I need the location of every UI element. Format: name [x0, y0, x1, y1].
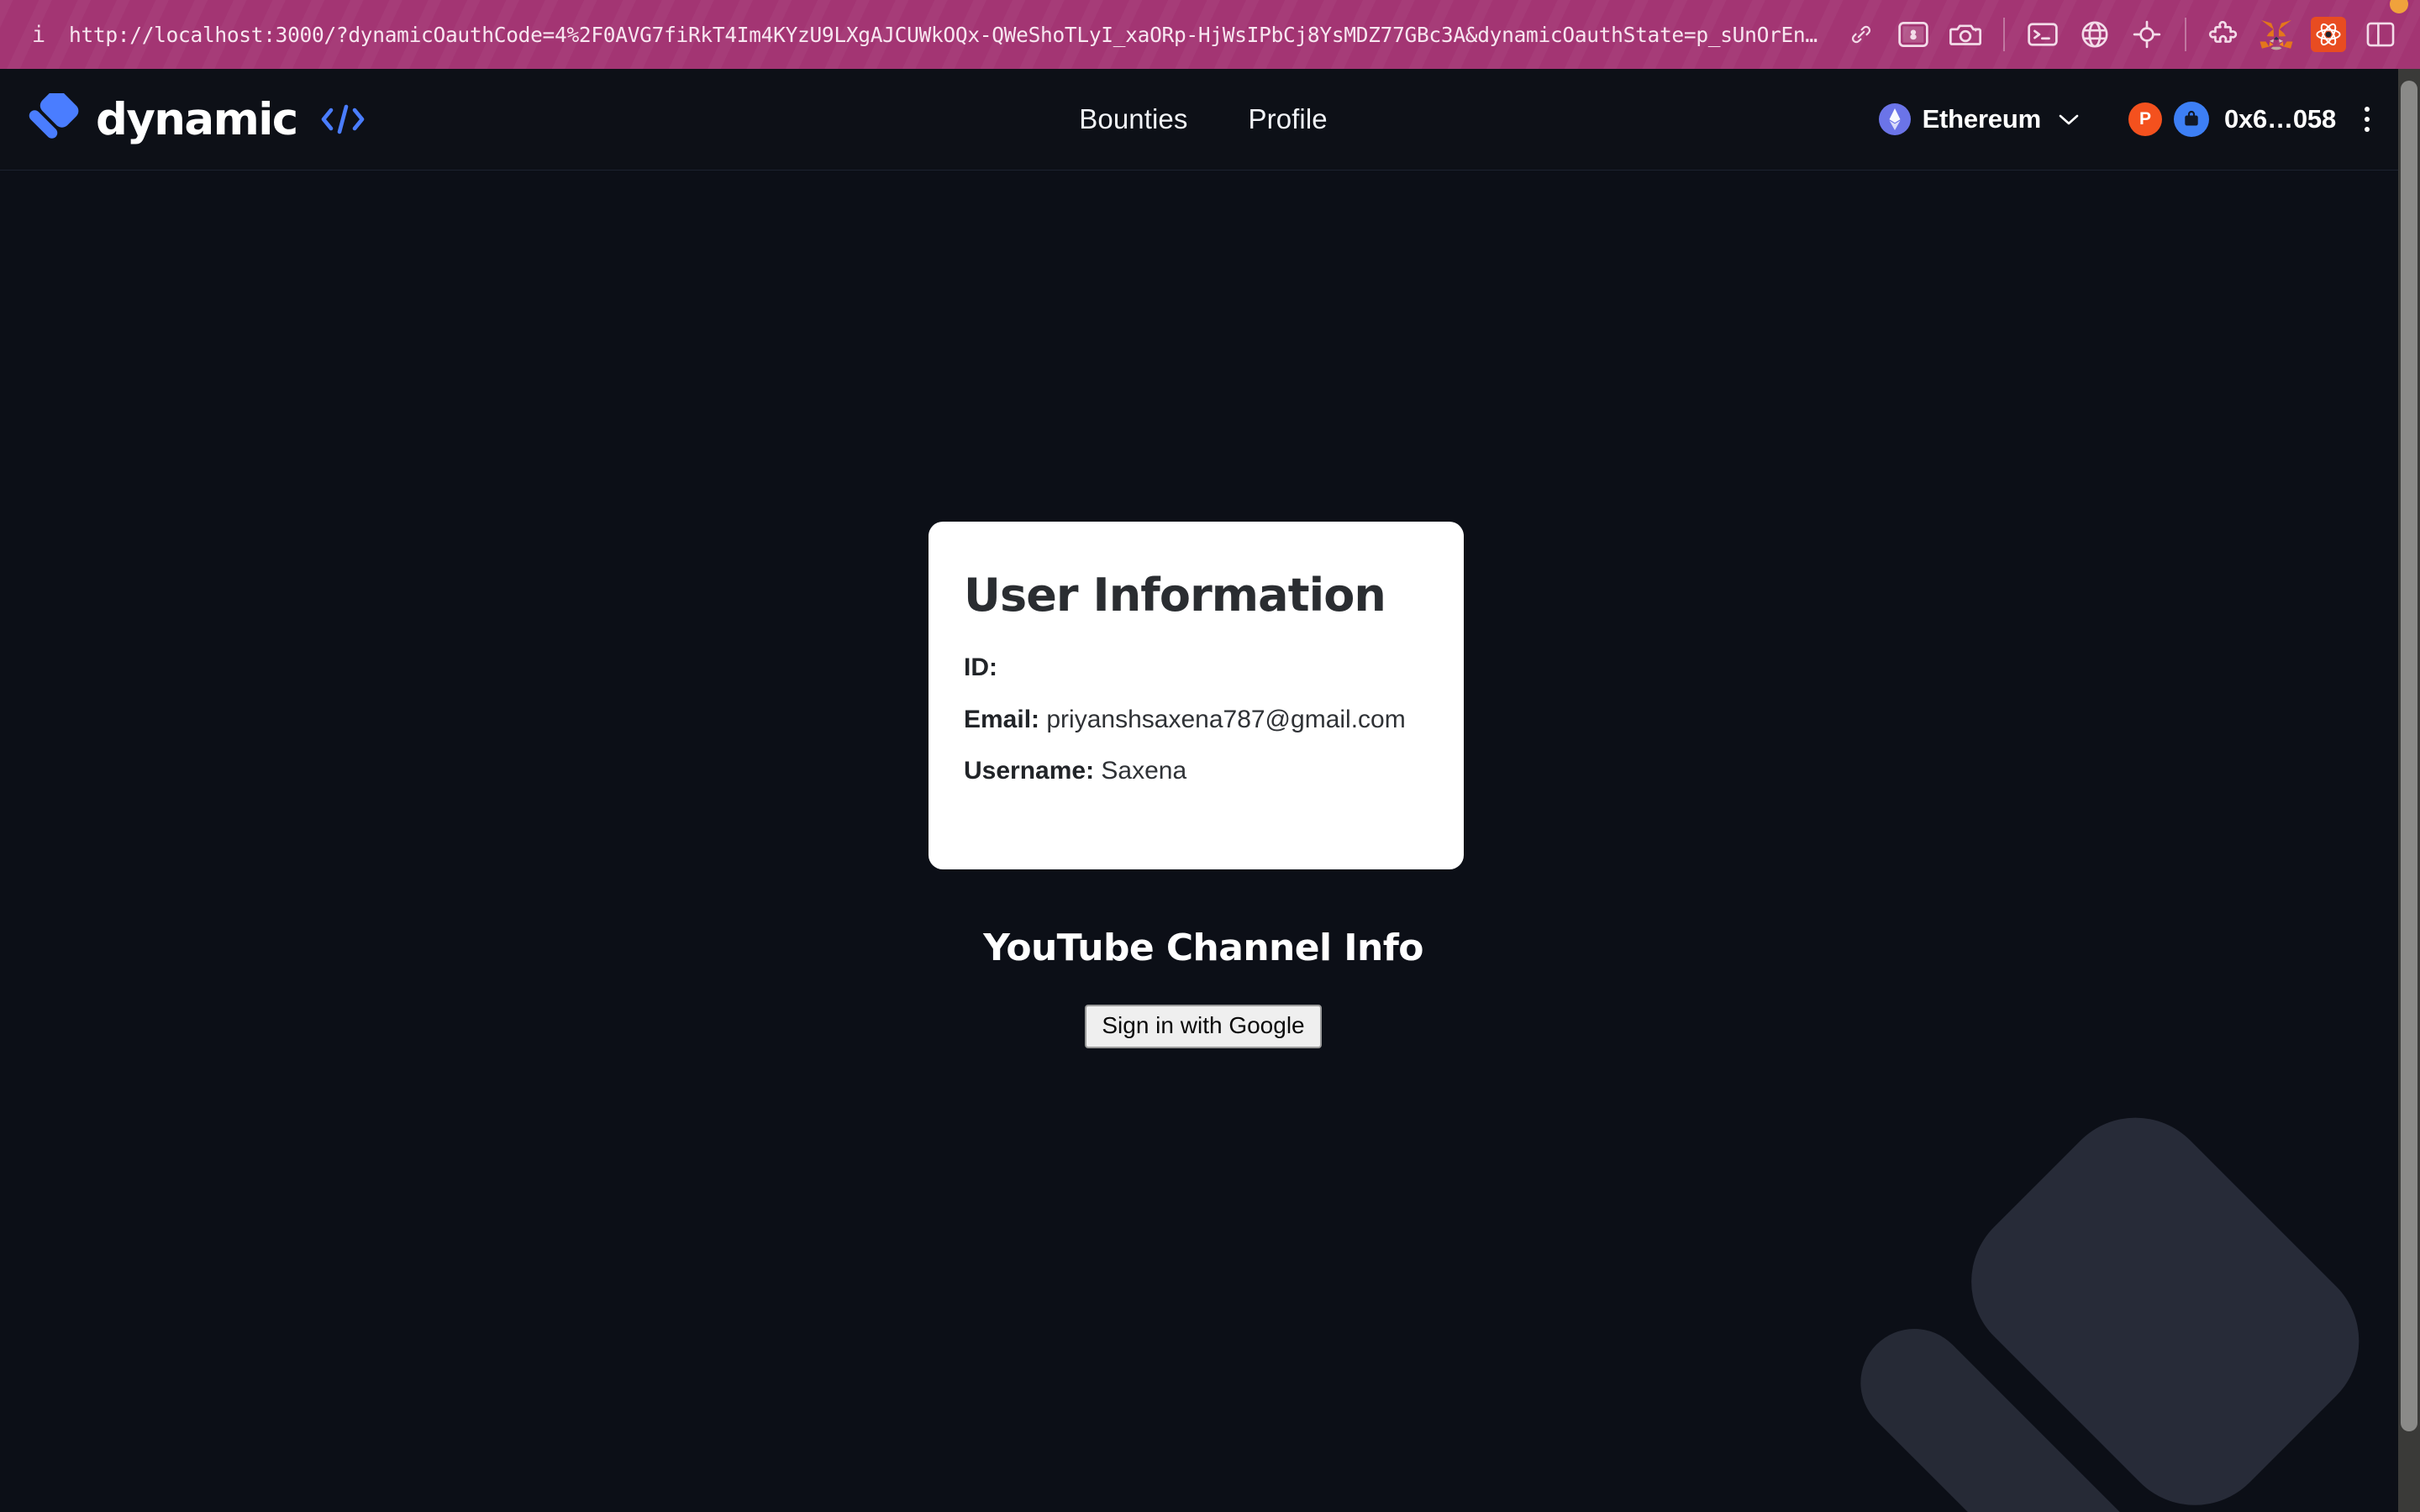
avatar: P — [2128, 102, 2162, 136]
field-username: Username: Saxena — [964, 755, 1428, 787]
dynamic-logo-icon — [27, 89, 84, 145]
main-content: User Information ID: Email: priyanshsaxe… — [0, 171, 2407, 1512]
header-actions: Ethereum P 0x6…058 — [1870, 98, 2381, 140]
code-brackets-icon — [319, 102, 366, 137]
notification-badge — [2390, 0, 2408, 13]
field-email: Email: priyanshsaxena787@gmail.com — [964, 704, 1428, 736]
field-username-label: Username: — [964, 757, 1095, 785]
card-title: User Information — [964, 569, 1386, 622]
chevron-down-icon — [2058, 113, 2080, 126]
youtube-channel-section: YouTube Channel Info Sign in with Google — [0, 927, 2407, 1049]
wallet-widget[interactable]: P 0x6…058 — [2128, 102, 2336, 137]
youtube-section-title: YouTube Channel Info — [983, 927, 1423, 969]
wallet-icon — [2173, 102, 2209, 137]
url-bar[interactable]: http://localhost:3000/?dynamicOauthCode=… — [69, 23, 1825, 47]
field-id: ID: — [964, 652, 1428, 684]
sidebar-panel-toggle-icon[interactable] — [2354, 0, 2408, 60]
field-email-label: Email: — [964, 705, 1040, 733]
camera-screenshot-icon[interactable] — [1939, 8, 1991, 60]
page-info-icon[interactable]: i — [20, 24, 57, 46]
dynamic-watermark-icon — [1852, 1117, 2407, 1512]
crosshair-target-icon[interactable] — [2121, 8, 2173, 60]
copy-link-icon[interactable] — [1847, 20, 1876, 49]
brand-name: dynamic — [96, 93, 298, 145]
toolbar-divider — [2003, 18, 2005, 51]
sign-in-with-google-button[interactable]: Sign in with Google — [1085, 1005, 1322, 1049]
media-image-icon[interactable] — [1887, 8, 1939, 60]
globe-network-icon[interactable] — [2069, 8, 2121, 60]
field-id-label: ID: — [964, 654, 997, 681]
chain-selector[interactable]: Ethereum — [1870, 98, 2088, 140]
terminal-icon[interactable] — [2017, 8, 2069, 60]
main-navigation: Bounties Profile — [1079, 103, 1327, 135]
ethereum-icon — [1878, 103, 1911, 135]
puzzle-extensions-icon[interactable] — [2198, 8, 2250, 60]
wallet-address: 0x6…058 — [2223, 104, 2336, 134]
user-information-card: User Information ID: Email: priyanshsaxe… — [929, 522, 1464, 869]
nav-link-bounties[interactable]: Bounties — [1079, 103, 1187, 135]
nav-link-profile[interactable]: Profile — [1248, 103, 1327, 135]
toolbar-divider — [2185, 18, 2186, 51]
field-email-value: priyanshsaxena787@gmail.com — [1046, 705, 1406, 733]
browser-toolbar-actions — [1887, 0, 2408, 69]
react-devtools-extension-icon[interactable] — [2302, 8, 2354, 60]
chain-name: Ethereum — [1922, 104, 2042, 134]
field-username-value: Saxena — [1101, 757, 1187, 785]
page-scrollbar-track[interactable] — [2398, 69, 2420, 1512]
kebab-menu-icon[interactable] — [2358, 102, 2376, 137]
metamask-extension-icon[interactable] — [2250, 8, 2302, 60]
page-scrollbar-thumb[interactable] — [2401, 81, 2417, 1431]
browser-toolbar: i http://localhost:3000/?dynamicOauthCod… — [0, 0, 2420, 69]
app-header: dynamic Bounties Profile Ethereum P 0x6…… — [0, 69, 2407, 171]
brand-logo[interactable]: dynamic — [27, 89, 366, 145]
